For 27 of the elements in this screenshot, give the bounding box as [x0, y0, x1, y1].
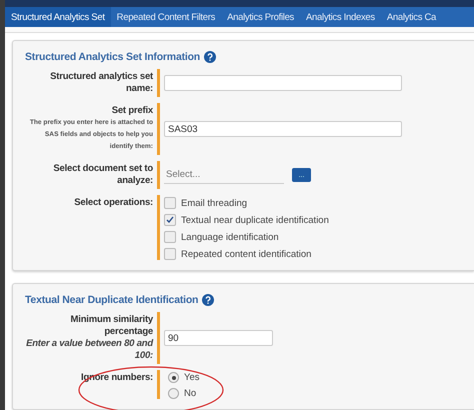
field-label: Set prefix [112, 105, 153, 117]
input-field[interactable]: SAS03 [164, 121, 402, 137]
radio-label: Yes [184, 372, 200, 383]
help-icon[interactable] [204, 51, 216, 63]
field-label: Select operations: [74, 197, 153, 209]
input-field[interactable] [164, 75, 402, 91]
field-label: Minimum similarity percentage [70, 314, 153, 338]
checkbox-label: Email threading [181, 198, 248, 208]
checkbox-label: Textual near duplicate identification [181, 214, 329, 226]
field-label: Select document set to analyze: [52, 163, 153, 187]
checkbox[interactable] [164, 197, 176, 209]
select-field[interactable]: Select... [164, 166, 284, 184]
checkbox-label: Language identification [181, 232, 279, 242]
help-icon[interactable] [202, 294, 214, 306]
input-field[interactable]: 90 [164, 330, 273, 346]
radio-button[interactable] [168, 388, 179, 399]
tab[interactable]: Structured Analytics Set [5, 7, 111, 27]
section-title: Structured Analytics Set Information [25, 51, 200, 63]
checkbox[interactable] [164, 231, 176, 243]
checkbox[interactable] [164, 248, 176, 260]
radio-label: No [184, 388, 196, 399]
field-hint: Enter a value between 80 and 100: [25, 338, 153, 362]
checkbox[interactable] [164, 214, 176, 226]
radio-button[interactable] [168, 372, 179, 383]
checkbox-label: Repeated content identification [181, 248, 312, 260]
section-title: Textual Near Duplicate Identification [25, 294, 198, 306]
field-label: Structured analytics set name: [49, 71, 153, 95]
